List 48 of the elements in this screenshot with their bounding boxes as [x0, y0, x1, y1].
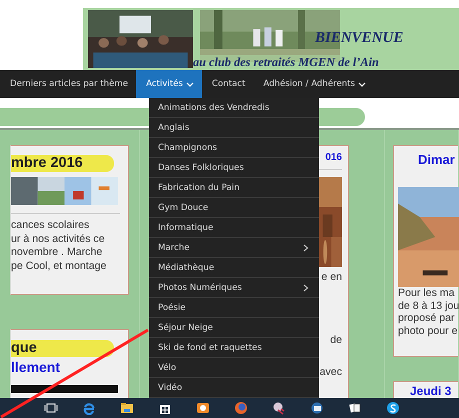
- menu-item[interactable]: Anglais: [149, 118, 319, 138]
- menu-item[interactable]: Médiathèque: [149, 258, 319, 278]
- nav-item[interactable]: Activités: [136, 70, 202, 98]
- article-link[interactable]: llement: [11, 359, 128, 375]
- menu-item[interactable]: Champignons: [149, 138, 319, 158]
- article-text: pe Cool, et montage: [11, 260, 108, 273]
- card-heading[interactable]: Jeudi 3: [410, 384, 458, 398]
- nav-item[interactable]: Contact: [202, 70, 254, 98]
- menu-item[interactable]: Séjour Neige: [149, 318, 319, 338]
- article-text: e en: [321, 271, 342, 284]
- nav-item[interactable]: Adhésion / Adhérents: [253, 70, 374, 98]
- menu-item[interactable]: Informatique: [149, 218, 319, 238]
- nav-item[interactable]: Derniers articles par thème: [0, 70, 136, 98]
- card-heading[interactable]: 016: [325, 152, 342, 163]
- banner-title: BIENVENUE: [315, 30, 404, 47]
- card-heading: mbre 2016: [11, 155, 114, 172]
- mail-icon[interactable]: [310, 401, 324, 415]
- globe-icon[interactable]: [234, 401, 248, 415]
- media-player-icon[interactable]: [196, 401, 210, 415]
- article-text: cances scolaires: [11, 219, 90, 232]
- menu-item[interactable]: Vélo: [149, 358, 319, 378]
- chevron-icon[interactable]: [303, 284, 309, 292]
- menu-item[interactable]: Poésie: [149, 298, 319, 318]
- article-text: ur à nos activités ce: [11, 232, 106, 246]
- menu-item[interactable]: Ski de fond et raquettes: [149, 338, 319, 358]
- article-text: de 8 à 13 jou: [398, 300, 458, 312]
- article-text: avec: [320, 366, 342, 380]
- menu-item[interactable]: Marche: [149, 238, 319, 258]
- menu-item[interactable]: Gym Douce: [149, 198, 319, 218]
- caret-icon[interactable]: [358, 80, 366, 88]
- menu-item[interactable]: Photos Numériques: [149, 278, 319, 298]
- menu-item[interactable]: Animations des Vendredis: [149, 98, 319, 118]
- chevron-icon[interactable]: [303, 244, 309, 252]
- card-heading[interactable]: Dimar: [418, 152, 458, 167]
- menu-item[interactable]: Danses Folkloriques: [149, 158, 319, 178]
- folder-icon[interactable]: [120, 401, 134, 415]
- menu-item[interactable]: Vidéo: [149, 378, 319, 398]
- task-view-icon[interactable]: [44, 401, 58, 415]
- article-text: proposé par: [398, 312, 456, 324]
- browser-icon[interactable]: [82, 401, 96, 415]
- menu-item[interactable]: Fabrication du Pain: [149, 178, 319, 198]
- article-text: de: [330, 334, 342, 347]
- article-text: Pour les ma: [398, 287, 456, 300]
- article-text: photo pour e: [398, 324, 458, 337]
- card-heading: que: [11, 340, 114, 357]
- cards-icon[interactable]: [348, 401, 362, 415]
- article-text: novembre . Marche: [11, 246, 104, 260]
- chat-icon[interactable]: [386, 401, 400, 415]
